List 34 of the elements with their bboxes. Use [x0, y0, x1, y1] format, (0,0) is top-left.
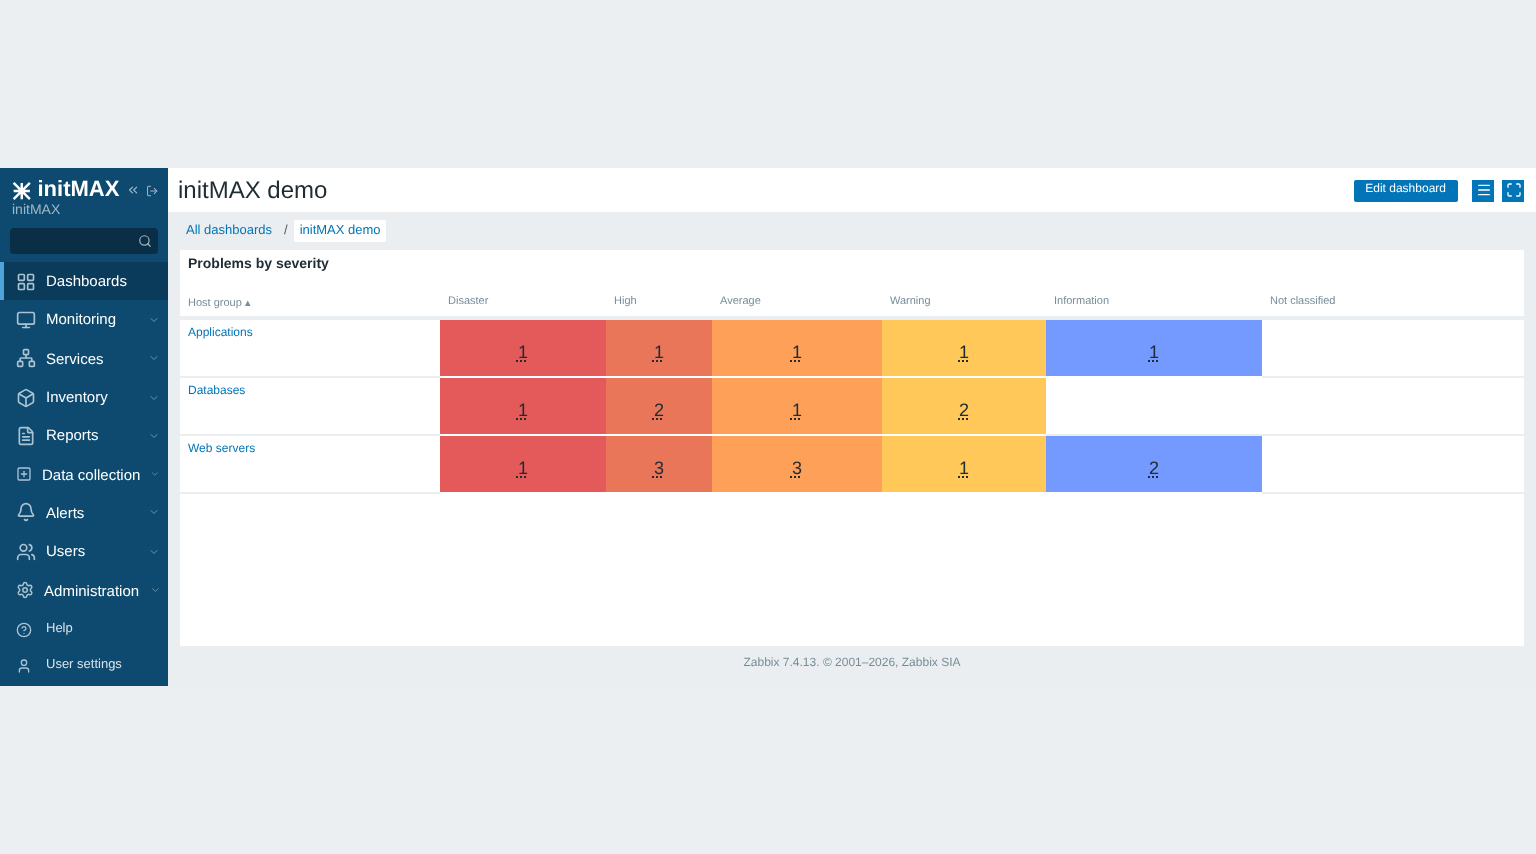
menu-button[interactable] [1472, 179, 1494, 201]
collapse-icon[interactable] [125, 182, 140, 198]
problem-count[interactable]: 1 [517, 458, 528, 478]
problem-count[interactable]: 2 [1148, 458, 1159, 478]
problem-count[interactable]: 1 [958, 458, 969, 478]
page-title: initMAX demo [178, 176, 330, 204]
problem-count[interactable]: 1 [958, 342, 969, 362]
menu-icon [16, 348, 36, 369]
problem-count[interactable]: 1 [653, 342, 664, 362]
logo-icon [12, 179, 32, 201]
search-field[interactable] [10, 228, 158, 254]
problem-count[interactable]: 1 [1148, 342, 1159, 362]
menu-icon [16, 387, 36, 408]
menu-icon [16, 464, 32, 485]
menu-icon [16, 580, 35, 601]
menu-icon [16, 309, 36, 330]
problem-count[interactable]: 1 [517, 400, 528, 420]
menu-icon [16, 541, 36, 562]
search-icon[interactable] [138, 234, 152, 248]
problem-count[interactable]: 1 [517, 342, 528, 362]
problem-count[interactable]: 2 [653, 400, 664, 420]
menu-icon [16, 657, 32, 674]
fullscreen-button[interactable] [1502, 179, 1524, 201]
menu-icon [16, 621, 32, 638]
problem-count[interactable]: 1 [791, 400, 802, 420]
menu-icon [16, 425, 36, 446]
problem-count[interactable]: 3 [791, 458, 802, 478]
undock-icon[interactable] [145, 183, 158, 197]
problem-count[interactable]: 2 [958, 400, 969, 420]
problem-count[interactable]: 3 [653, 458, 664, 478]
menu-icon [16, 502, 36, 523]
logo-text: initMAX [37, 178, 120, 202]
problem-count[interactable]: 1 [791, 342, 802, 362]
menu-icon [16, 271, 36, 292]
